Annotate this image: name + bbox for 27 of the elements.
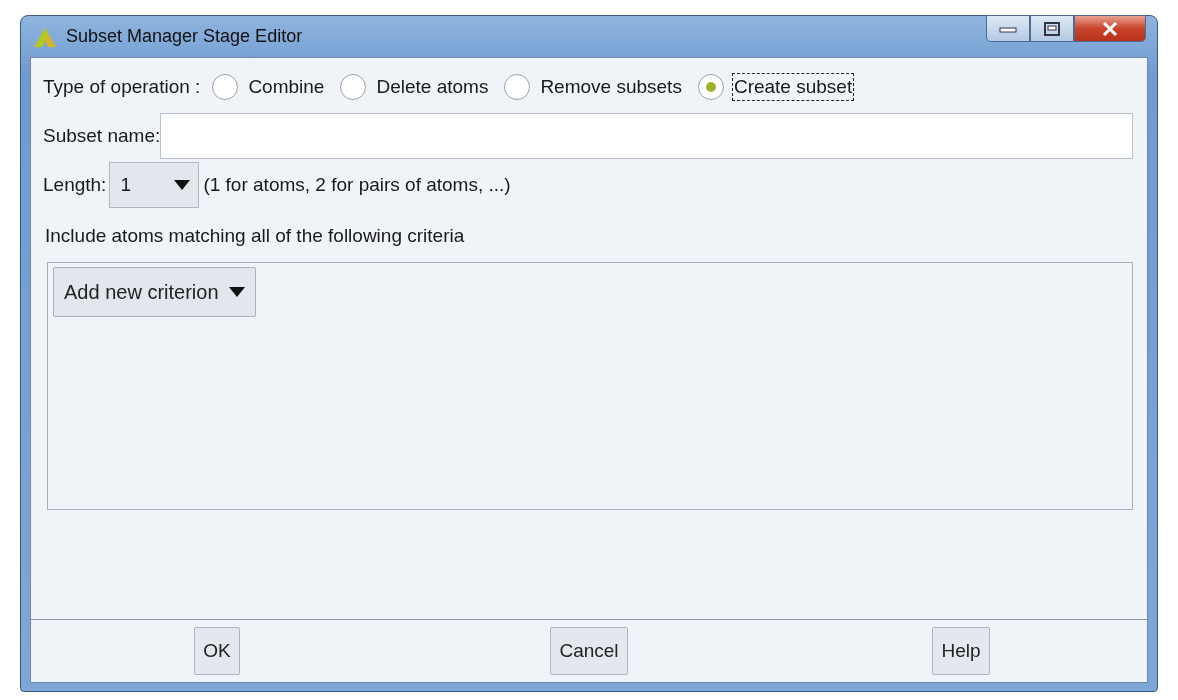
operation-label: Type of operation : <box>43 75 201 98</box>
radio-button[interactable] <box>340 73 367 100</box>
minimize-button[interactable] <box>986 15 1030 42</box>
maximize-button[interactable] <box>1030 15 1074 42</box>
radio-option[interactable]: Remove subsets <box>504 72 684 101</box>
add-criterion-button[interactable]: Add new criterion <box>53 267 256 317</box>
close-button[interactable] <box>1074 15 1146 42</box>
dialog-button[interactable]: Help <box>932 627 990 675</box>
input-field[interactable] <box>160 113 1133 159</box>
field-label: Subset name: <box>43 125 161 147</box>
radio-option[interactable]: Combine <box>212 72 327 101</box>
radio-button[interactable] <box>697 73 724 100</box>
window-title: Subset Manager Stage Editor <box>66 26 303 47</box>
length-dropdown[interactable]: 1 <box>109 162 200 208</box>
hint-text: (1 for atoms, 2 for pairs of atoms, ...) <box>203 174 511 196</box>
close-icon <box>1102 21 1118 36</box>
dialog-button[interactable]: OK <box>194 627 240 675</box>
radio-button[interactable] <box>504 73 531 100</box>
field-label: Length: <box>43 174 107 196</box>
dialog-button[interactable]: Cancel <box>550 627 628 675</box>
section-heading: Include atoms matching all of the following criteria <box>45 225 466 247</box>
minimize-icon <box>999 24 1017 33</box>
radio-option[interactable]: Delete atoms <box>340 72 491 101</box>
maximize-icon <box>1044 21 1060 36</box>
radio-button[interactable] <box>212 73 239 100</box>
caret-icon <box>228 287 245 297</box>
caret-icon <box>174 180 191 190</box>
